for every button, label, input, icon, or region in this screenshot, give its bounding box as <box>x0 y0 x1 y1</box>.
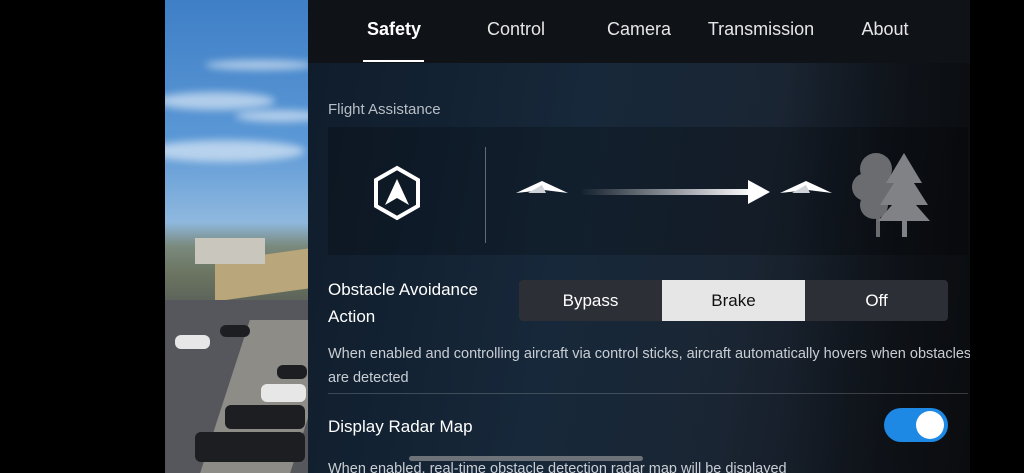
scroll-handle[interactable] <box>409 456 643 461</box>
trees-icon <box>852 153 930 237</box>
tab-about[interactable]: About <box>844 19 926 59</box>
safety-content: Flight Assistance Obstacle Avoidance Act… <box>308 63 970 473</box>
radar-map-label: Display Radar Map <box>328 417 473 436</box>
tab-transmission[interactable]: Transmission <box>700 19 822 59</box>
paper-plane-icon-2 <box>780 181 832 193</box>
arrow-right-icon <box>580 180 770 204</box>
radar-map-toggle[interactable] <box>884 408 948 442</box>
tab-bar: Safety Control Camera Transmission About <box>308 0 970 63</box>
illustration-divider <box>485 147 486 243</box>
section-divider <box>328 393 968 394</box>
radar-map-description: When enabled, real-time obstacle detecti… <box>328 461 787 473</box>
section-label-flight-assistance: Flight Assistance <box>328 101 441 118</box>
camera-live-view <box>165 0 308 473</box>
toggle-knob <box>916 411 944 439</box>
bypass-option[interactable]: Bypass <box>519 280 662 321</box>
flight-assistance-illustration <box>328 127 968 255</box>
active-tab-indicator <box>363 60 424 62</box>
tab-camera[interactable]: Camera <box>595 19 683 59</box>
tab-control[interactable]: Control <box>472 19 560 59</box>
settings-panel: Safety Control Camera Transmission About… <box>308 0 970 473</box>
obstacle-avoidance-label: Obstacle Avoidance Action <box>328 280 478 326</box>
obstacle-avoidance-description: When enabled and controlling aircraft vi… <box>328 346 970 386</box>
aircraft-shield-icon <box>374 165 420 221</box>
off-option[interactable]: Off <box>805 280 948 321</box>
paper-plane-icon <box>516 181 568 193</box>
tab-safety[interactable]: Safety <box>353 19 435 59</box>
brake-option[interactable]: Brake <box>662 280 805 321</box>
obstacle-avoidance-segmented-control: Bypass Brake Off <box>519 280 948 321</box>
